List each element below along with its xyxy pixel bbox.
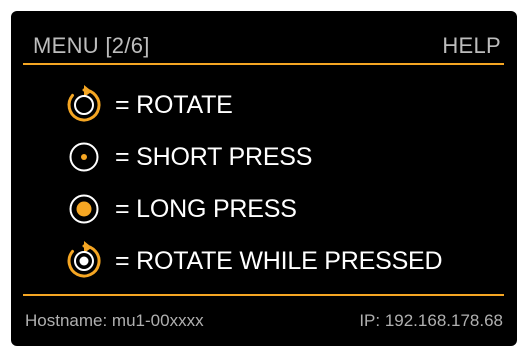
header-divider	[23, 63, 504, 65]
legend-row-long-press: = LONG PRESS	[63, 183, 503, 235]
legend-label-rotate-while-pressed: = ROTATE WHILE PRESSED	[115, 246, 443, 275]
legend-label-long-press: = LONG PRESS	[115, 194, 297, 223]
legend-row-rotate: = ROTATE	[63, 79, 503, 131]
legend-label-short-press: = SHORT PRESS	[115, 142, 313, 171]
menu-header: MENU [2/6] HELP	[11, 11, 517, 61]
legend-label-rotate: = ROTATE	[115, 90, 233, 119]
legend-row-short-press: = SHORT PRESS	[63, 131, 503, 183]
help-title: HELP	[442, 33, 501, 58]
long-press-icon	[63, 188, 105, 230]
menu-page-indicator: MENU [2/6]	[33, 33, 150, 58]
rotate-while-pressed-icon	[63, 240, 105, 282]
short-press-icon	[63, 136, 105, 178]
rotate-icon	[63, 84, 105, 126]
footer-divider	[23, 294, 504, 296]
legend-row-rotate-while-pressed: = ROTATE WHILE PRESSED	[63, 235, 503, 287]
display-screen: MENU [2/6] HELP = ROTATE = SHORT PRESS =…	[11, 11, 517, 346]
ip-address-text: IP: 192.168.178.68	[359, 311, 503, 330]
control-legend: = ROTATE = SHORT PRESS = LONG PRESS = RO…	[63, 79, 503, 287]
hostname-text: Hostname: mu1-00xxxx	[25, 311, 204, 330]
